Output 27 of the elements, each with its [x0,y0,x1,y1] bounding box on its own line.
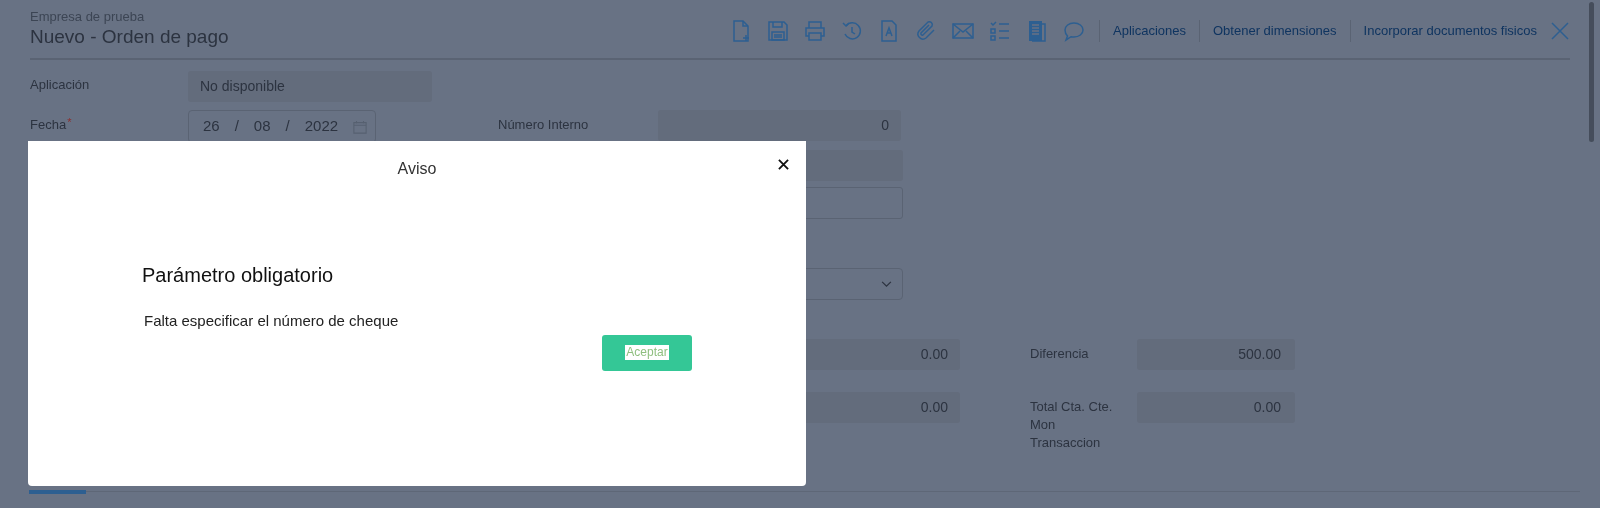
input-field[interactable]: 0 [658,110,901,141]
dialog-message: Falta especificar el número de cheque [144,311,400,331]
close-icon[interactable] [778,159,789,170]
chevron-down-icon [881,280,892,288]
dialog-title: Aviso [397,159,437,179]
input-field[interactable]: 0.00 [1137,392,1295,423]
page-title: Nuevo - Orden de pago [30,25,229,49]
field-label: Total Cta. Cte. Mon Transaccion [1030,398,1114,452]
toolbar-link[interactable]: Obtener dimensiones [1213,21,1337,41]
print-icon[interactable] [803,19,827,43]
speech-bubble-icon[interactable] [1062,19,1086,43]
field-label: Aplicación [30,76,91,93]
paperclip-icon[interactable] [914,19,938,43]
field-label: Número Interno [498,116,590,133]
input-field[interactable]: 500.00 [1137,339,1295,370]
required-mark: * [67,117,72,127]
save-icon[interactable] [766,19,790,43]
history-icon[interactable] [840,19,864,43]
dialog-heading: Parámetro obligatorio [142,263,335,288]
field-label: Diferencia [1030,345,1090,363]
field-label: Fecha [30,117,67,133]
toolbar-link[interactable]: Aplicaciones [1113,21,1186,41]
toolbar-link[interactable]: Incorporar documentos fisicos [1363,21,1537,41]
input-field[interactable]: No disponible [188,71,432,102]
accept-button[interactable]: Aceptar [602,334,692,371]
active-tab-indicator [29,490,86,494]
checklist-icon[interactable] [988,19,1012,43]
